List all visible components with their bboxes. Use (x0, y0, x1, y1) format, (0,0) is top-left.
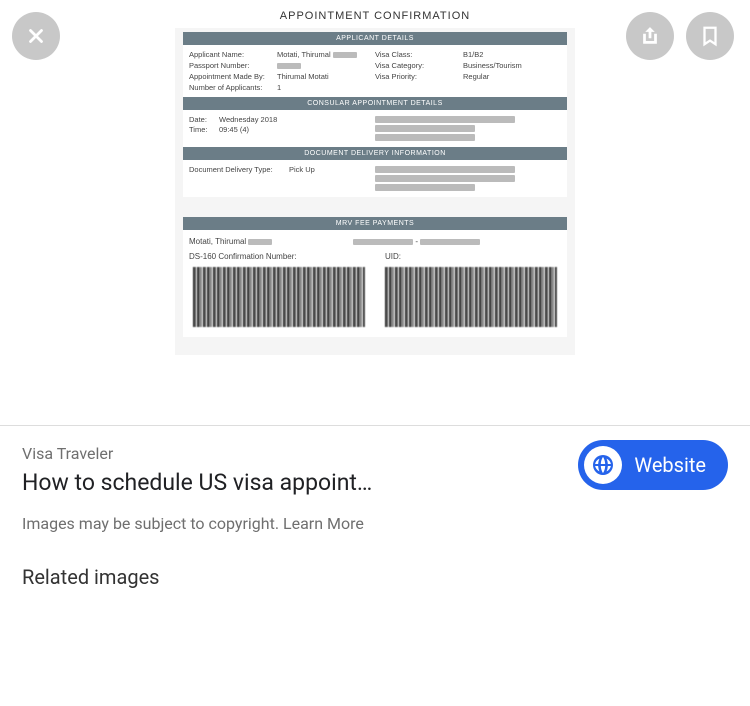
barcode-uid (385, 267, 557, 327)
website-button[interactable]: Website (578, 440, 728, 490)
uid-label: UID: (385, 252, 561, 261)
website-button-label: Website (634, 453, 706, 477)
applicant-name-label: Applicant Name: (189, 50, 277, 59)
date-value: Wednesday 2018 (219, 115, 375, 124)
result-meta: Visa Traveler How to schedule US visa ap… (0, 426, 750, 533)
appointment-made-by-label: Appointment Made By: (189, 72, 277, 81)
image-viewer: APPOINTMENT CONFIRMATION APPLICANT DETAI… (0, 0, 750, 426)
visa-category-value: Business/Tourism (463, 61, 561, 70)
visa-category-label: Visa Category: (375, 61, 463, 70)
document-preview[interactable]: APPOINTMENT CONFIRMATION APPLICANT DETAI… (175, 4, 575, 355)
ds160-label: DS-160 Confirmation Number: (189, 252, 365, 261)
visa-priority-value: Regular (463, 72, 561, 81)
copyright-text: Images may be subject to copyright. Lear… (22, 514, 728, 533)
time-label: Time: (189, 125, 219, 134)
time-value: 09:45 (4) (219, 125, 375, 134)
share-icon (639, 25, 661, 47)
visa-class-label: Visa Class: (375, 50, 463, 59)
related-images-heading: Related images (22, 565, 750, 589)
doc-delivery-type-label: Document Delivery Type: (189, 165, 289, 174)
doc-title: APPOINTMENT CONFIRMATION (175, 4, 575, 28)
section-header-payments: MRV FEE PAYMENTS (183, 217, 567, 230)
visa-class-value: B1/B2 (463, 50, 561, 59)
visa-priority-label: Visa Priority: (375, 72, 463, 81)
bookmark-icon (699, 25, 721, 47)
barcode-ds160 (193, 267, 365, 327)
passport-number-label: Passport Number: (189, 61, 277, 70)
close-button[interactable] (12, 12, 60, 60)
share-button[interactable] (626, 12, 674, 60)
date-label: Date: (189, 115, 219, 124)
bookmark-button[interactable] (686, 12, 734, 60)
learn-more-link[interactable]: Learn More (283, 514, 364, 533)
section-header-delivery: DOCUMENT DELIVERY INFORMATION (183, 147, 567, 160)
payments-name-value: Motati, Thirumal (189, 237, 272, 246)
number-of-applicants-value: 1 (277, 83, 561, 92)
globe-icon (591, 453, 615, 477)
close-icon (25, 25, 47, 47)
number-of-applicants-label: Number of Applicants: (189, 83, 277, 92)
applicant-name-value: Motati, Thirumal (277, 50, 375, 59)
doc-delivery-type-value: Pick Up (289, 165, 375, 174)
result-title[interactable]: How to schedule US visa appoint… (22, 469, 452, 496)
appointment-made-by-value: Thirumal Motati (277, 72, 375, 81)
section-header-consular: CONSULAR APPOINTMENT DETAILS (183, 97, 567, 110)
section-header-applicant: APPLICANT DETAILS (183, 32, 567, 45)
